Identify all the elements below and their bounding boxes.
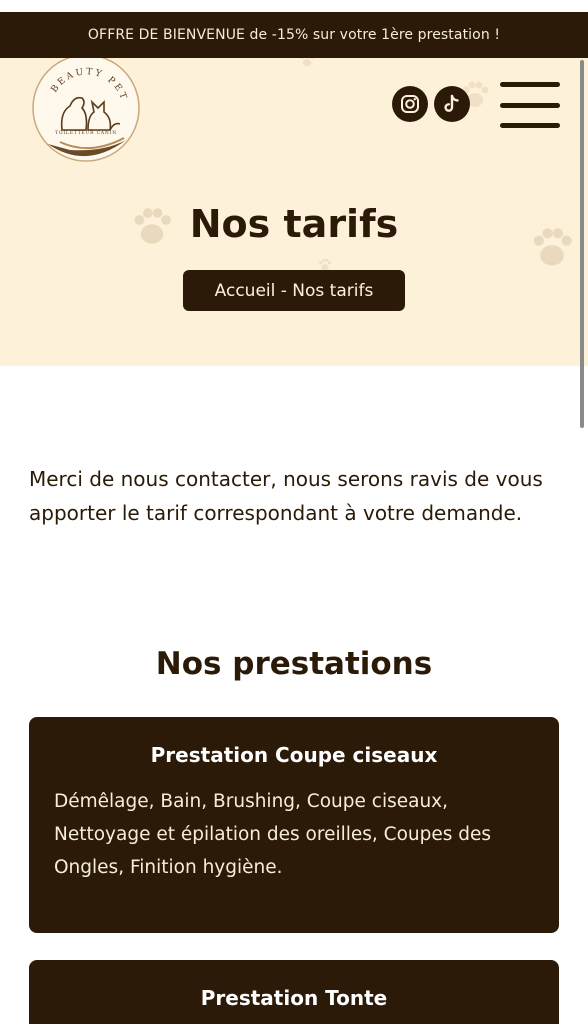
breadcrumb[interactable]: Accueil - Nos tarifs <box>183 270 405 311</box>
instagram-icon <box>401 95 419 113</box>
instagram-link[interactable] <box>392 86 428 122</box>
beauty-pets-logo[interactable]: BEAUTY PETS TOILETTEUR CANIN <box>30 58 142 164</box>
menu-line <box>500 82 560 87</box>
section-title: Nos prestations <box>155 646 433 682</box>
menu-line <box>500 102 560 108</box>
promo-banner: OFFRE DE BIENVENUE de -15% sur votre 1èr… <box>0 12 588 58</box>
hamburger-menu-icon[interactable] <box>500 82 560 128</box>
page-title: Nos tarifs <box>189 202 399 246</box>
tiktok-link[interactable] <box>434 86 470 122</box>
menu-line <box>500 123 560 128</box>
logo-text-bottom: TOILETTEUR CANIN <box>55 130 117 136</box>
service-description: Démêlage, Bain, Brushing, Coupe ciseaux,… <box>54 791 492 878</box>
promo-text: OFFRE DE BIENVENUE de -15% sur votre 1èr… <box>87 27 501 43</box>
scrollbar[interactable] <box>580 60 584 428</box>
tiktok-icon <box>444 94 459 112</box>
service-card: Prestation Tonte <box>29 960 559 1024</box>
paw-icon <box>300 58 315 67</box>
hero-section: BEAUTY PETS TOILETTEUR CANIN Nos tarifs … <box>0 58 588 366</box>
intro-text: Merci de nous contacter, nous serons rav… <box>29 467 543 525</box>
status-strip <box>0 0 588 12</box>
service-card: Prestation Coupe ciseaux Démêlage, Bain,… <box>29 717 559 933</box>
service-title: Prestation Coupe ciseaux <box>150 743 438 767</box>
service-title: Prestation Tonte <box>200 986 388 1010</box>
